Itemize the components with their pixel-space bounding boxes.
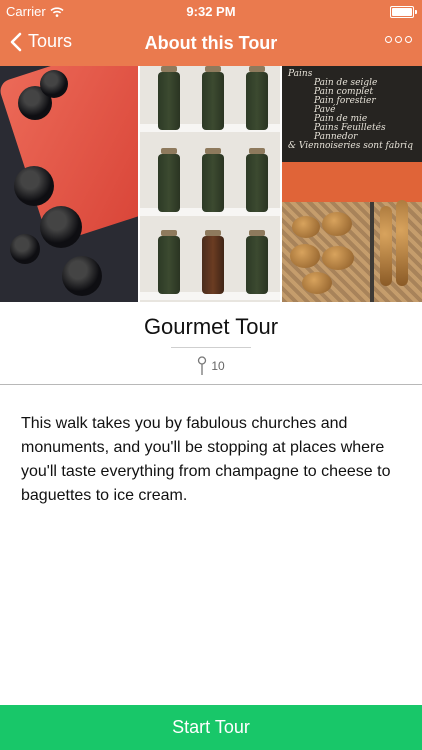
- chalkboard: Pains Pain de seigle Pain complet Pain f…: [282, 66, 422, 162]
- navigation-bar: Tours About this Tour: [0, 22, 422, 66]
- status-time: 9:32 PM: [186, 4, 236, 19]
- tour-photo-strip: Pains Pain de seigle Pain complet Pain f…: [0, 66, 422, 302]
- more-options-icon[interactable]: [385, 36, 412, 43]
- start-tour-button[interactable]: Start Tour: [0, 705, 422, 750]
- stop-count-value: 10: [211, 359, 225, 373]
- bakery-photo: Pains Pain de seigle Pain complet Pain f…: [282, 66, 422, 302]
- section-divider: [0, 384, 422, 385]
- battery-icon: [390, 6, 417, 18]
- status-bar: Carrier 9:32 PM: [0, 0, 422, 22]
- tour-title: Gourmet Tour: [143, 314, 279, 339]
- top-bar: Carrier 9:32 PM Tours About this Tour: [0, 0, 422, 66]
- tour-description: This walk takes you by fabulous churches…: [21, 415, 391, 504]
- chalkboard-line: & Viennoiseries sont fabriq: [288, 141, 413, 151]
- start-tour-label: Start Tour: [172, 717, 250, 737]
- page-title: About this Tour: [144, 33, 278, 53]
- chalkboard-line: Pain forestier: [314, 96, 376, 106]
- map-pin-icon: [198, 356, 207, 375]
- title-divider: [171, 347, 251, 348]
- berries-photo: [0, 66, 138, 302]
- spice-jars-photo: [140, 66, 280, 302]
- stop-count: 10: [0, 356, 422, 376]
